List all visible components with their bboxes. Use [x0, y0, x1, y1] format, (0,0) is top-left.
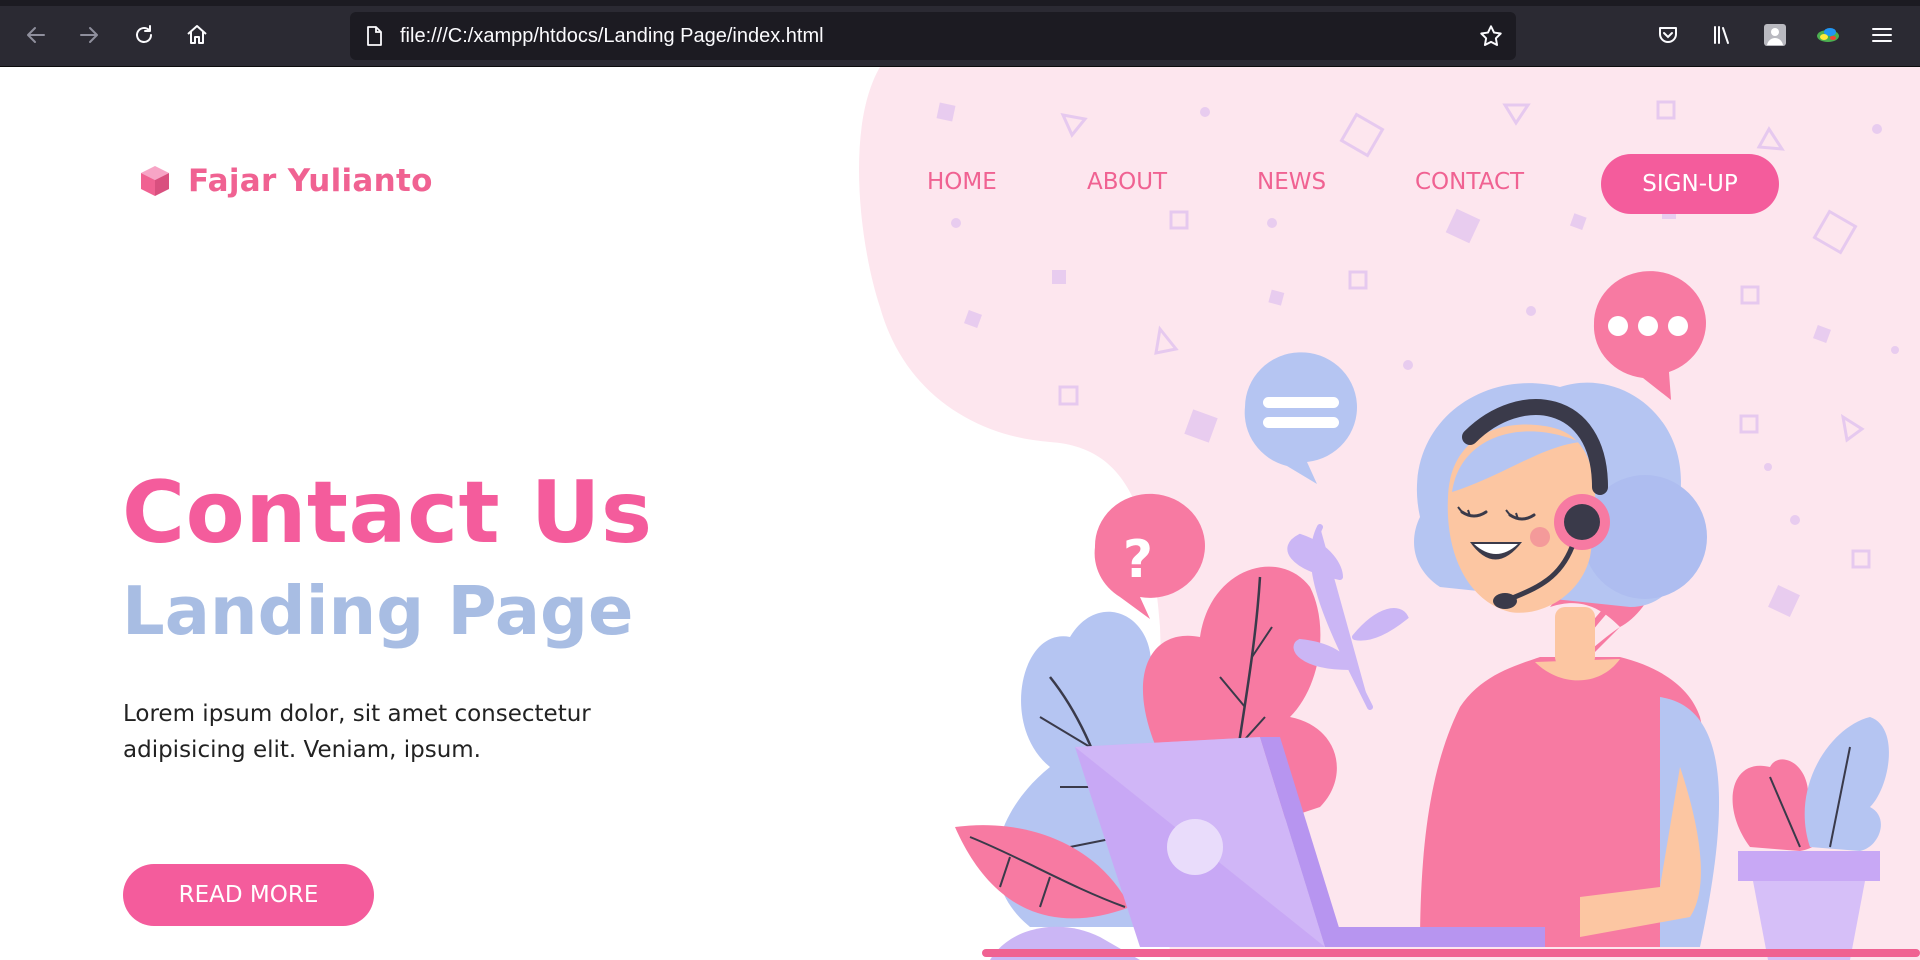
- back-button[interactable]: [21, 20, 51, 50]
- signup-button[interactable]: SIGN-UP: [1601, 154, 1779, 214]
- reload-icon: [136, 25, 152, 43]
- home-icon: [187, 25, 207, 44]
- read-more-button[interactable]: READ MORE: [123, 864, 374, 926]
- forward-icon: [80, 27, 98, 43]
- pocket-button[interactable]: [1655, 22, 1681, 48]
- nav-home[interactable]: HOME: [927, 169, 997, 195]
- brand-logo[interactable]: Fajar Yulianto: [138, 163, 433, 199]
- cube-icon: [141, 166, 169, 196]
- extension-icon: [1817, 28, 1839, 42]
- nav-news[interactable]: NEWS: [1257, 169, 1326, 195]
- hero-title: Contact Us: [122, 463, 653, 563]
- url-text: file:///C:/xampp/htdocs/Landing Page/ind…: [400, 25, 824, 47]
- home-button[interactable]: [182, 20, 212, 50]
- forward-button[interactable]: [74, 20, 104, 50]
- library-button[interactable]: [1709, 22, 1735, 48]
- nav-about[interactable]: ABOUT: [1087, 169, 1167, 195]
- extension-button[interactable]: [1815, 22, 1841, 48]
- back-icon: [27, 27, 45, 43]
- bookmark-star-icon[interactable]: [1478, 23, 1504, 49]
- account-button[interactable]: [1762, 22, 1788, 48]
- browser-toolbar: file:///C:/xampp/htdocs/Landing Page/ind…: [0, 0, 1920, 67]
- brand-name: Fajar Yulianto: [188, 163, 433, 199]
- library-icon: [1714, 26, 1729, 44]
- app-menu-button[interactable]: [1869, 22, 1895, 48]
- account-icon: [1764, 24, 1786, 46]
- landing-page: Fajar Yulianto HOME ABOUT NEWS CONTACT S…: [0, 67, 1920, 960]
- reload-button[interactable]: [129, 20, 159, 50]
- hero-subtitle: Landing Page: [122, 572, 634, 650]
- hero-description: Lorem ipsum dolor, sit amet consectetur …: [123, 701, 591, 763]
- svg-text:?: ?: [1123, 530, 1153, 590]
- nav-contact[interactable]: CONTACT: [1415, 169, 1524, 195]
- customer-support-illustration: ?: [955, 271, 1920, 960]
- pocket-icon: [1659, 27, 1677, 43]
- address-bar[interactable]: file:///C:/xampp/htdocs/Landing Page/ind…: [350, 12, 1516, 60]
- tab-strip: [0, 0, 1920, 6]
- menu-icon: [1872, 28, 1892, 42]
- page-icon: [367, 26, 382, 46]
